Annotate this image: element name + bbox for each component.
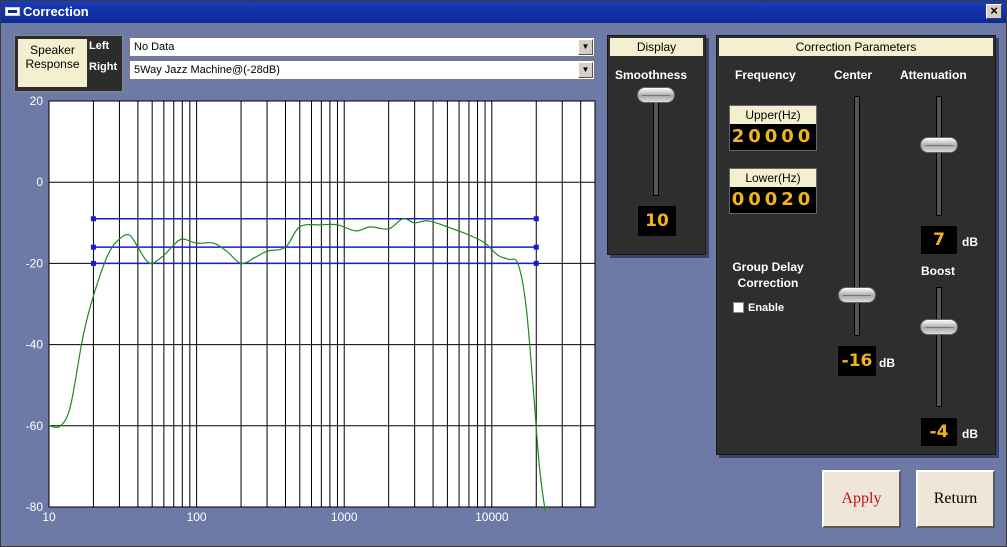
speaker-response-label: Speaker Response xyxy=(18,39,87,87)
left-response-dropdown[interactable]: No Data ▼ xyxy=(129,37,595,57)
attenuation-label: Attenuation xyxy=(900,68,967,82)
right-channel-label: Right xyxy=(89,61,118,73)
smoothness-track[interactable] xyxy=(653,92,659,196)
band-handle xyxy=(533,244,539,250)
center-label: Center xyxy=(834,68,873,82)
chevron-down-icon[interactable]: ▼ xyxy=(578,39,593,55)
speaker-label-line1: Speaker xyxy=(30,43,75,57)
attenuation-track[interactable] xyxy=(936,96,942,216)
y-tick-label: 20 xyxy=(30,94,44,108)
boost-slider-thumb[interactable] xyxy=(920,319,958,335)
right-response-value: 5Way Jazz Machine@(-28dB) xyxy=(134,64,280,76)
display-panel: Display Smoothness 10 xyxy=(607,35,706,255)
apply-button[interactable]: Apply xyxy=(822,470,901,528)
attenuation-unit: dB xyxy=(962,235,978,249)
return-button[interactable]: Return xyxy=(916,470,995,528)
frequency-label: Frequency xyxy=(735,68,796,82)
lower-frequency-value[interactable]: 00020 xyxy=(730,187,816,213)
x-axis-ticks: 10 100 1000 10000 xyxy=(42,510,509,524)
speaker-response-box: Speaker Response Left Right xyxy=(14,35,123,92)
band-handle xyxy=(90,216,96,222)
boost-value: -4 xyxy=(921,418,957,446)
window-title: Correction xyxy=(23,4,89,19)
band-handle xyxy=(533,216,539,222)
boost-label: Boost xyxy=(921,264,955,278)
correction-parameters-panel: Correction Parameters Frequency Center A… xyxy=(716,35,996,455)
correction-window: Correction × Speaker Response Left Right… xyxy=(0,0,1007,547)
group-delay-label: Group Delay Correction xyxy=(731,260,805,290)
boost-unit: dB xyxy=(962,427,978,441)
y-axis-ticks: 20 0 -20 -40 -60 -80 xyxy=(26,94,44,514)
lower-frequency-box[interactable]: Lower(Hz) 00020 xyxy=(729,168,817,214)
close-button[interactable]: × xyxy=(986,4,1002,19)
title-bar: Correction × xyxy=(1,1,1006,23)
group-delay-enable-checkbox[interactable] xyxy=(733,302,744,313)
chevron-down-icon[interactable]: ▼ xyxy=(578,62,593,78)
right-response-dropdown[interactable]: 5Way Jazz Machine@(-28dB) ▼ xyxy=(129,60,595,80)
y-tick-label: -60 xyxy=(26,419,44,433)
smoothness-slider-thumb[interactable] xyxy=(637,87,675,103)
enable-label: Enable xyxy=(748,302,785,314)
center-value: -16 xyxy=(838,346,876,376)
upper-frequency-label: Upper(Hz) xyxy=(730,106,816,124)
frequency-response-chart: 20 0 -20 -40 -60 -80 10 100 1000 10000 xyxy=(26,94,596,524)
smoothness-value: 10 xyxy=(638,206,676,236)
center-slider-thumb[interactable] xyxy=(838,287,876,303)
x-tick-label: 1000 xyxy=(331,510,358,524)
attenuation-slider-thumb[interactable] xyxy=(920,137,958,153)
upper-frequency-value[interactable]: 20000 xyxy=(730,124,816,150)
y-tick-label: -20 xyxy=(26,256,44,270)
band-handle xyxy=(90,244,96,250)
plot-area xyxy=(48,100,596,508)
left-channel-label: Left xyxy=(89,40,110,52)
left-response-value: No Data xyxy=(134,41,175,53)
band-handle xyxy=(533,260,539,266)
upper-frequency-box[interactable]: Upper(Hz) 20000 xyxy=(729,105,817,151)
y-tick-label: 0 xyxy=(36,175,43,189)
boost-track[interactable] xyxy=(936,287,942,407)
y-tick-label: -80 xyxy=(26,500,44,514)
smoothness-label: Smoothness xyxy=(615,68,688,82)
group-delay-line2: Correction xyxy=(737,276,799,290)
center-unit: dB xyxy=(879,356,895,370)
x-tick-label: 100 xyxy=(187,510,207,524)
band-handle xyxy=(90,260,96,266)
x-tick-label: 10000 xyxy=(475,510,509,524)
group-delay-line1: Group Delay xyxy=(732,260,804,274)
x-tick-label: 10 xyxy=(42,510,56,524)
y-tick-label: -40 xyxy=(26,338,44,352)
attenuation-value: 7 xyxy=(921,226,957,254)
display-header: Display xyxy=(610,38,703,56)
window-icon xyxy=(5,7,20,16)
lower-frequency-label: Lower(Hz) xyxy=(730,169,816,187)
speaker-label-line2: Response xyxy=(25,57,80,71)
correction-header: Correction Parameters xyxy=(719,38,993,56)
